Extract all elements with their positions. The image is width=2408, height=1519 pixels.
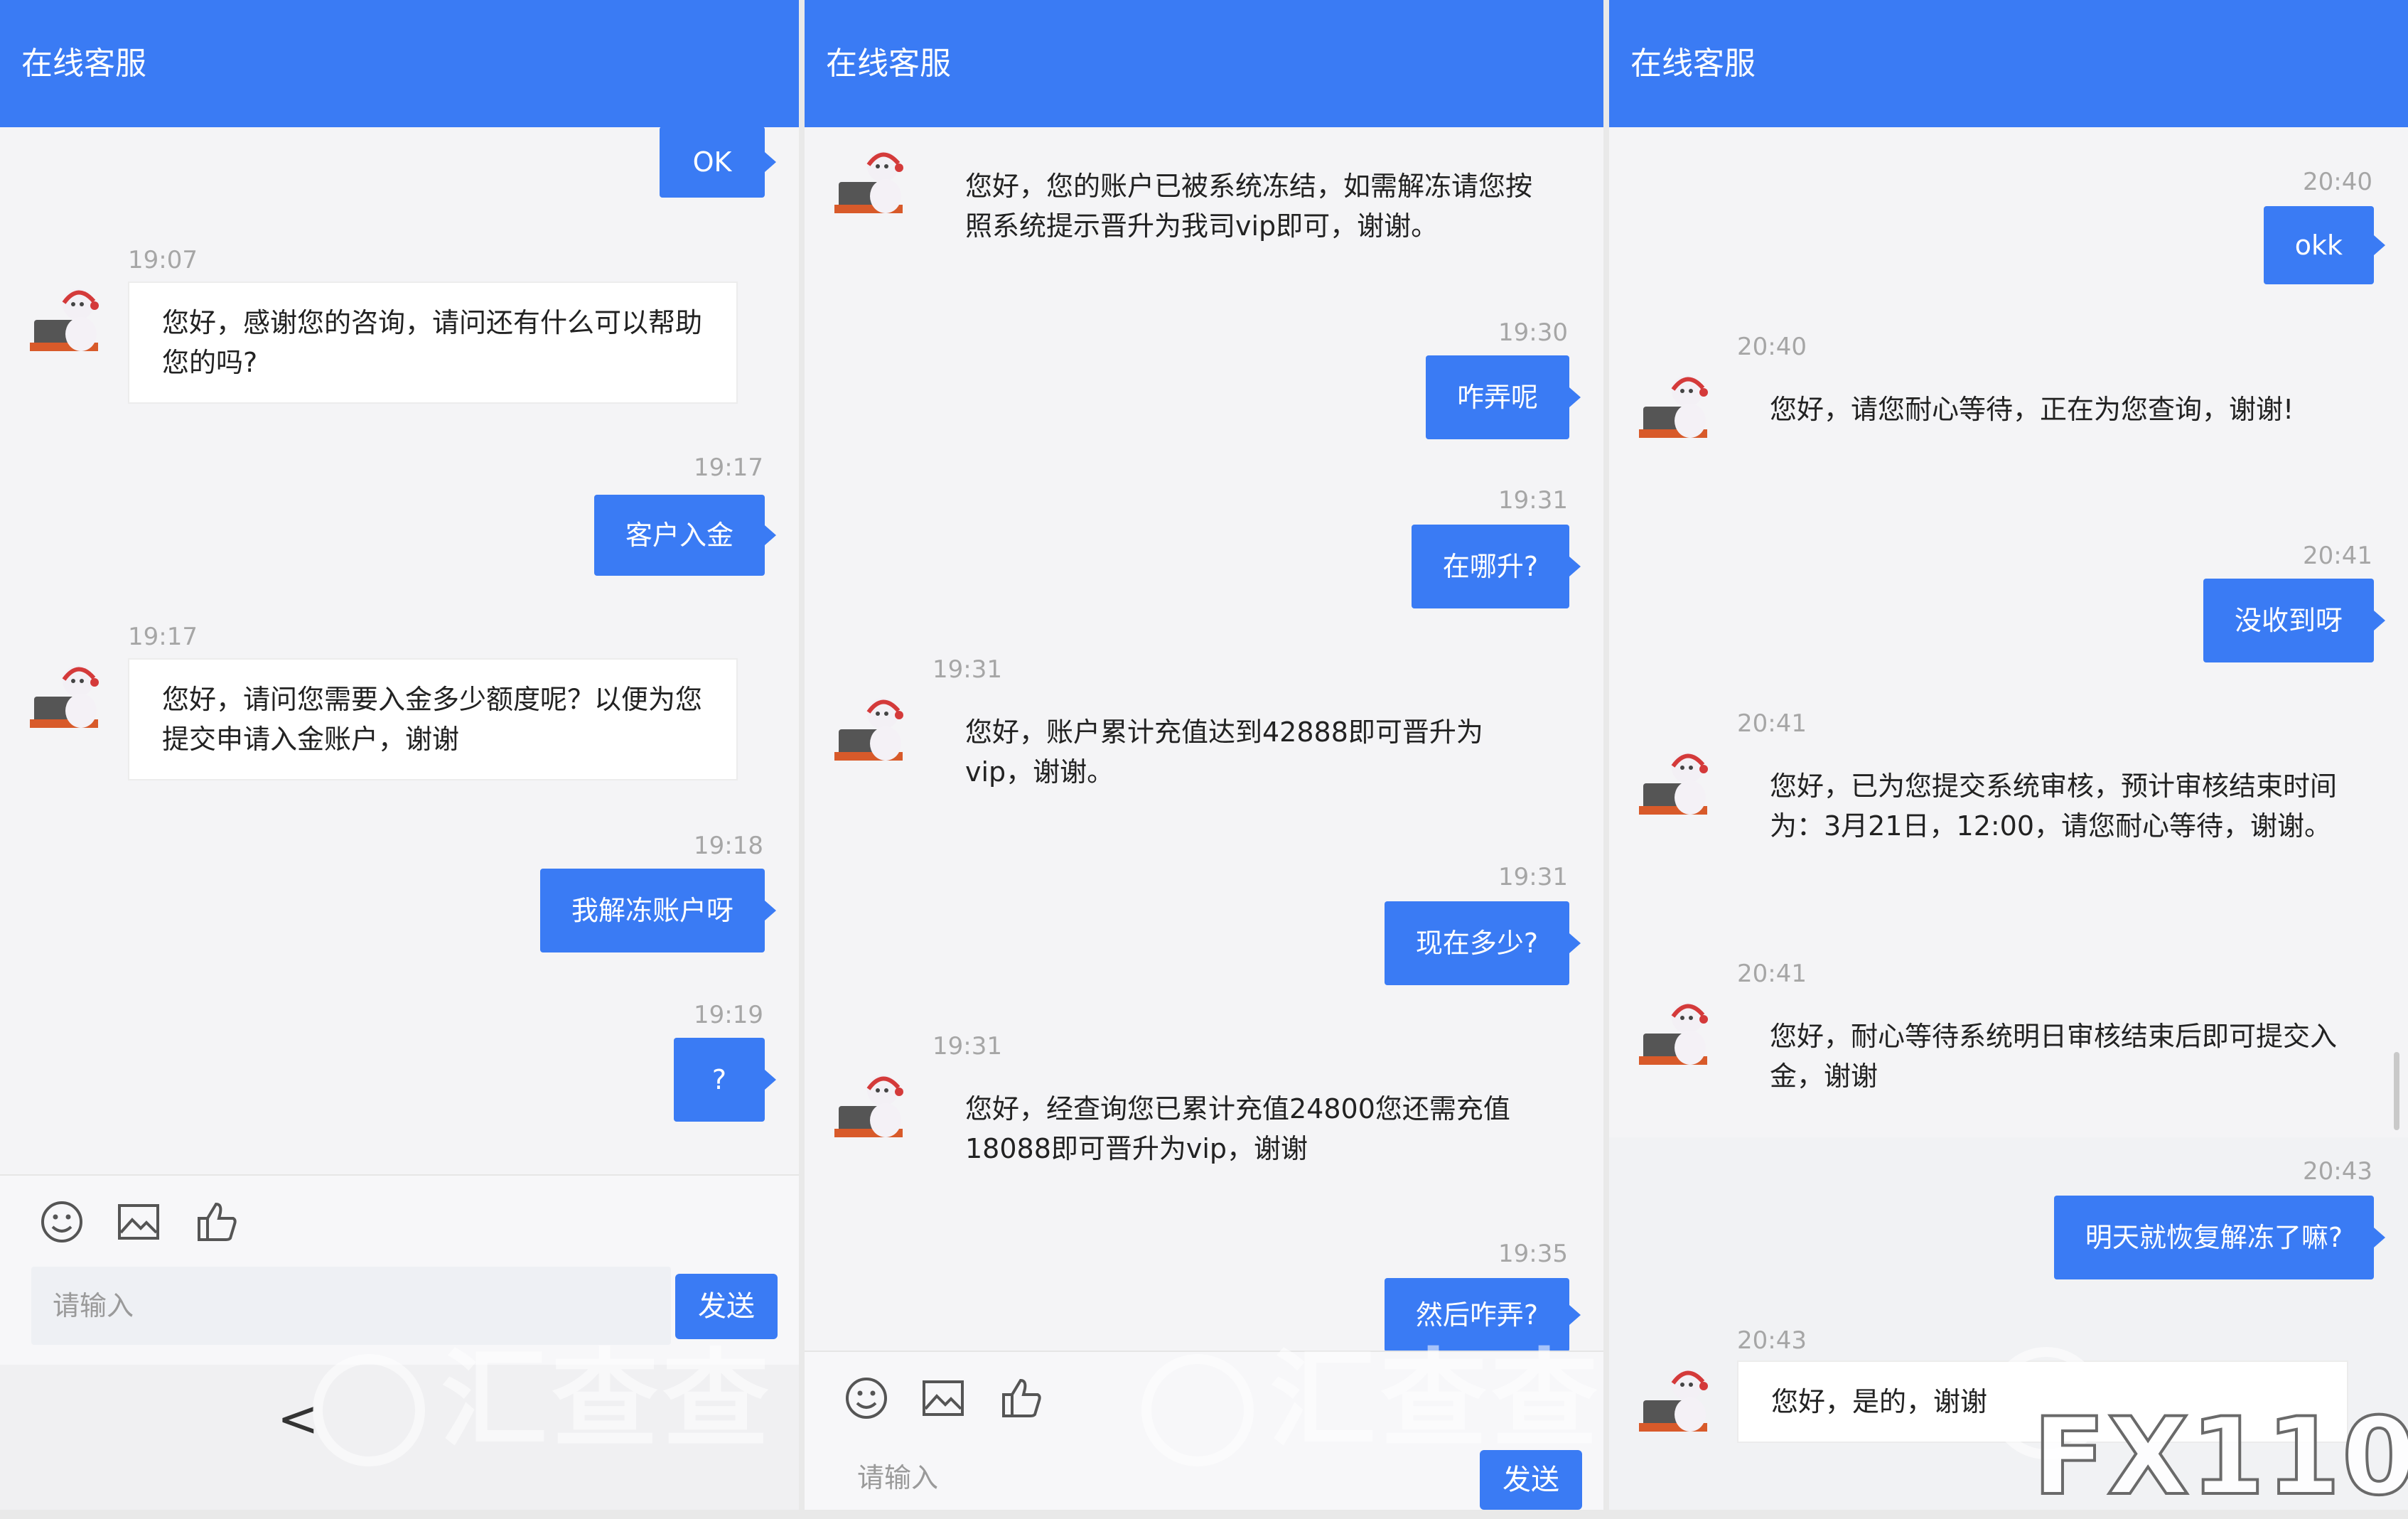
agent-avatar-icon <box>833 139 911 218</box>
chat-panel-1: 在线客服 OK 19:07 您好，感谢您的咨询，请问还有什么可以帮助您的吗? 1… <box>0 0 799 1510</box>
incoming-message: 您好，账户累计充值达到42888即可晋升为vip，谢谢。 <box>965 716 1483 788</box>
message-timestamp: 19:18 <box>694 832 763 860</box>
message-timestamp: 19:17 <box>128 623 198 651</box>
agent-avatar-icon <box>833 1063 911 1142</box>
message-timestamp: 20:40 <box>2303 168 2372 196</box>
message-input[interactable]: 请输入 <box>31 1267 671 1345</box>
thumbs-up-icon[interactable] <box>996 1373 1046 1423</box>
image-icon[interactable] <box>918 1373 968 1423</box>
message-timestamp: 20:43 <box>1737 1326 1807 1355</box>
outgoing-message: 现在多少? <box>1384 901 1581 985</box>
watermark-fx-site: FX110网 <box>2031 1395 2408 1519</box>
watermark-brand: 汇查查 <box>441 1338 774 1462</box>
watermark-brand: 汇查查 <box>1269 1338 1603 1462</box>
message-timestamp: 20:41 <box>2303 542 2372 570</box>
message-timestamp: 19:31 <box>1498 486 1568 515</box>
send-button[interactable]: 发送 <box>675 1274 778 1339</box>
input-placeholder: 请输入 <box>53 1290 134 1321</box>
agent-avatar-icon <box>1638 741 1716 819</box>
message-timestamp: 19:31 <box>932 655 1002 684</box>
outgoing-message: 明天就恢复解冻了嘛? <box>2053 1196 2386 1279</box>
incoming-message: 您好，感谢您的咨询，请问还有什么可以帮助您的吗? <box>128 281 738 404</box>
chat-header: 在线客服 <box>1609 0 2408 127</box>
agent-avatar-icon <box>1638 1358 1716 1436</box>
watermark-logo-icon <box>1141 1354 1254 1466</box>
message-timestamp: 19:31 <box>932 1032 1002 1061</box>
input-placeholder: 请输入 <box>857 1462 939 1493</box>
agent-avatar-icon <box>28 277 107 355</box>
message-timestamp: 20:41 <box>1737 960 1807 988</box>
incoming-message: 您好，经查询您已累计充值24800您还需充值18088即可晋升为vip，谢谢 <box>965 1093 1510 1164</box>
message-timestamp: 19:07 <box>128 246 198 274</box>
header-title: 在线客服 <box>826 45 951 82</box>
chat-panel-3: 在线客服 20:40 okk 20:40 您好，请您耐心等待，正在为您查询，谢谢… <box>1609 0 2408 1510</box>
outgoing-message: 客户入金 <box>593 495 777 576</box>
message-timestamp: 19:31 <box>1498 863 1568 891</box>
header-title: 在线客服 <box>1630 45 1756 82</box>
watermark-logo-icon <box>313 1354 425 1466</box>
outgoing-message: 我解冻账户呀 <box>539 869 777 952</box>
message-timestamp: 19:30 <box>1498 318 1568 347</box>
message-timestamp: 20:43 <box>2303 1157 2372 1186</box>
outgoing-message: 咋弄呢 <box>1425 355 1581 439</box>
outgoing-message: 在哪升? <box>1411 525 1581 608</box>
chat-panel-2: 在线客服 您好，您的账户已被系统冻结，如需解冻请您按照系统提示晋升为我司vip即… <box>805 0 1603 1510</box>
image-icon[interactable] <box>114 1197 163 1247</box>
back-chevron-icon[interactable]: < <box>277 1390 319 1447</box>
emoji-icon[interactable] <box>842 1373 891 1423</box>
thumbs-up-icon[interactable] <box>192 1197 242 1247</box>
agent-avatar-icon <box>1638 991 1716 1069</box>
message-timestamp: 20:41 <box>1737 709 1807 738</box>
scrollbar[interactable] <box>2394 1052 2399 1130</box>
agent-avatar-icon <box>28 654 107 732</box>
chat-header: 在线客服 <box>805 0 1603 127</box>
chat-header: 在线客服 <box>0 0 799 127</box>
message-timestamp: 19:19 <box>694 1001 763 1029</box>
outgoing-message: okk <box>2263 206 2386 284</box>
incoming-message: 您好，您的账户已被系统冻结，如需解冻请您按照系统提示晋升为我司vip即可，谢谢。 <box>965 171 1533 242</box>
incoming-message: 您好，已为您提交系统审核，预计审核结束时间为：3月21日，12:00，请您耐心等… <box>1770 771 2338 842</box>
message-timestamp: 20:40 <box>1737 333 1807 361</box>
input-toolbar <box>0 1174 799 1268</box>
message-timestamp: 19:35 <box>1498 1240 1568 1268</box>
agent-avatar-icon <box>1638 364 1716 442</box>
message-timestamp: 19:17 <box>694 453 763 482</box>
emoji-icon[interactable] <box>37 1197 87 1247</box>
incoming-message: 您好，请问您需要入金多少额度呢？以便为您提交申请入金账户，谢谢 <box>128 658 738 780</box>
agent-avatar-icon <box>833 687 911 765</box>
incoming-message: 您好，耐心等待系统明日审核结束后即可提交入金，谢谢 <box>1770 1021 2338 1092</box>
outgoing-message: ? <box>674 1038 776 1122</box>
outgoing-message: 没收到呀 <box>2203 579 2386 662</box>
header-title: 在线客服 <box>21 45 146 82</box>
outgoing-message: OK <box>660 127 776 198</box>
incoming-message: 您好，请您耐心等待，正在为您查询，谢谢! <box>1770 394 2294 425</box>
